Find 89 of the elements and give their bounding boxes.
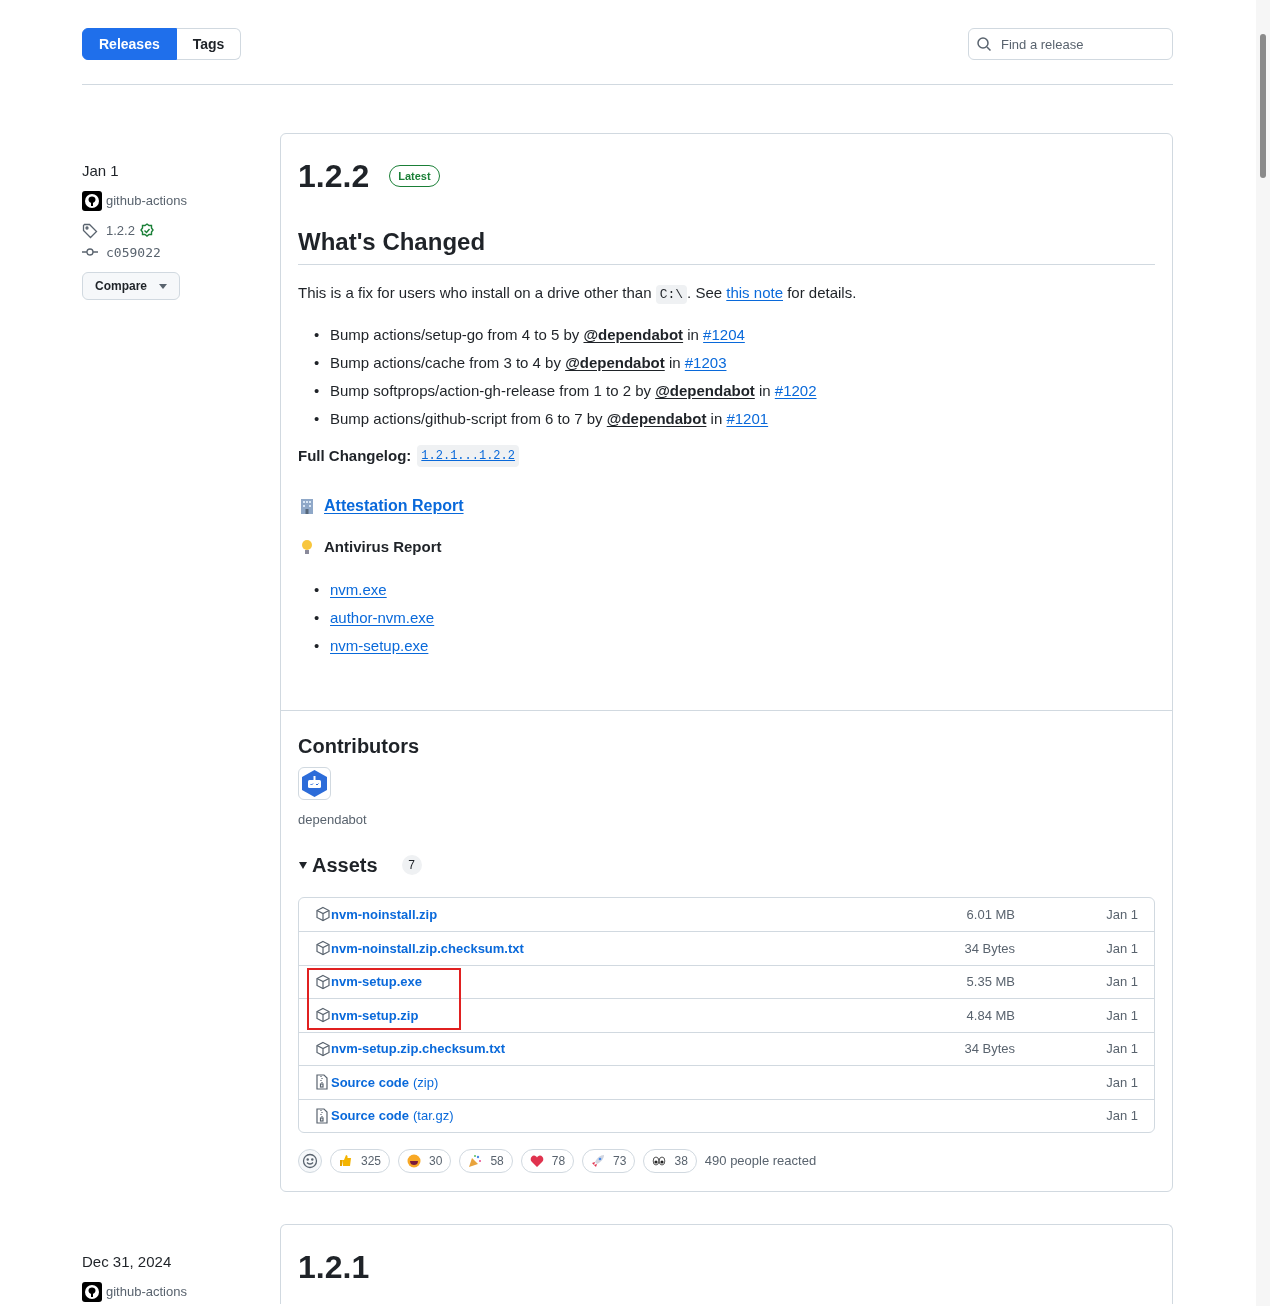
asset-link[interactable]: Source code (zip) <box>315 1072 439 1092</box>
attestation-report-link[interactable]: Attestation Report <box>324 493 464 518</box>
asset-date: Jan 1 <box>1105 939 1138 958</box>
file-size: 6.01 MB <box>965 905 1015 924</box>
robot-icon <box>300 769 329 798</box>
package-icon <box>315 1040 331 1057</box>
party-popper-icon <box>468 1154 483 1168</box>
author-link[interactable]: github-actions <box>106 1282 187 1302</box>
release-date: Dec 31, 2024 <box>82 1252 172 1272</box>
reaction-summary: 490 people reacted <box>704 1152 817 1171</box>
asset-date: Jan 1 <box>1105 973 1138 991</box>
file-link[interactable]: nvm.exe <box>330 576 387 604</box>
user-mention-link[interactable]: @dependabot <box>583 326 684 343</box>
list-bullet: • <box>314 409 321 429</box>
file-size: 5.35 MB <box>965 973 1015 991</box>
contributors-heading: Contributors <box>298 734 421 759</box>
change-item: Bump actions/github-script from 6 to 7 by @dependabot in #1201 <box>330 409 769 429</box>
asset-link[interactable]: nvm-setup.zip.checksum.txt <box>315 1039 506 1059</box>
file-size: 34 Bytes <box>963 939 1015 958</box>
search-field[interactable]: Find a release <box>968 28 1173 60</box>
asset-date: Jan 1 <box>1105 1073 1138 1092</box>
asset-date: Jan 1 <box>1105 1006 1138 1025</box>
asset-link[interactable]: nvm-setup.exe <box>315 972 423 992</box>
heart-icon <box>529 1154 544 1168</box>
smiley-icon <box>302 1153 318 1169</box>
file-link[interactable]: nvm-setup.exe <box>330 632 429 660</box>
changelog-link[interactable]: 1.2.1...1.2.2 <box>417 445 519 468</box>
user-mention-link[interactable]: @dependabot <box>565 354 665 371</box>
antivirus-heading: Antivirus Report <box>324 536 442 557</box>
assets-count: 7 <box>401 854 422 875</box>
github-avatar-icon <box>82 191 102 211</box>
asset-link[interactable]: nvm-setup.zip <box>315 1005 419 1025</box>
file-link[interactable]: author-nvm.exe <box>330 604 435 632</box>
release-title: 1.2.1 <box>298 1248 370 1287</box>
file-size: 4.84 MB <box>965 1006 1015 1025</box>
list-bullet: • <box>314 636 321 656</box>
note-link[interactable]: this note <box>726 284 783 301</box>
zip-file-icon <box>315 1107 329 1124</box>
laughing-face-icon <box>407 1154 422 1168</box>
commit-link[interactable]: c059022 <box>106 242 161 262</box>
release-title: 1.2.2 <box>298 157 370 196</box>
pull-request-link[interactable]: #1204 <box>703 326 745 343</box>
eyes-icon <box>652 1154 667 1168</box>
section-heading: What's Changed <box>298 224 1155 265</box>
asset-date: Jan 1 <box>1105 1040 1138 1058</box>
release-note-text: This is a fix for users who install on a drive other than C:\ . See this note for details. <box>298 283 858 306</box>
asset-date: Jan 1 <box>1105 1107 1138 1125</box>
asset-date: Jan 1 <box>1105 905 1138 924</box>
file-size: 34 Bytes <box>963 1040 1015 1058</box>
asset-link[interactable]: nvm-noinstall.zip.checksum.txt <box>315 938 524 958</box>
package-icon <box>315 940 331 957</box>
list-bullet: • <box>314 325 321 345</box>
tag-link[interactable]: 1.2.2 <box>106 221 135 241</box>
compare-button[interactable]: Compare <box>82 272 180 300</box>
list-bullet: • <box>314 580 321 600</box>
pull-request-link[interactable]: #1202 <box>774 382 817 399</box>
rocket-icon <box>591 1154 606 1168</box>
user-mention-link[interactable]: @dependabot <box>606 410 707 427</box>
package-icon <box>315 973 331 990</box>
list-bullet: • <box>314 381 321 401</box>
assets-heading[interactable]: Assets <box>312 849 378 880</box>
list-bullet: • <box>314 608 321 628</box>
package-icon <box>315 906 331 923</box>
scrollbar-thumb[interactable] <box>1260 34 1266 178</box>
package-icon <box>315 1007 331 1024</box>
caret-icon <box>159 283 167 289</box>
author-link[interactable]: github-actions <box>106 191 187 211</box>
tab[interactable]: Tags <box>176 28 242 60</box>
zip-file-icon <box>315 1074 329 1091</box>
changelog-label: Full Changelog: <box>298 446 412 466</box>
add-reaction-button[interactable] <box>298 1149 322 1173</box>
change-item: Bump actions/cache from 3 to 4 by @dependabot in #1203 <box>330 353 727 373</box>
release-date: Jan 1 <box>82 161 119 181</box>
user-mention-link[interactable]: @dependabot <box>655 382 755 399</box>
tag-icon <box>82 222 98 239</box>
office-building-icon <box>298 496 316 515</box>
asset-link[interactable]: nvm-noinstall.zip <box>315 904 438 924</box>
pull-request-link[interactable]: #1201 <box>726 410 769 427</box>
tab[interactable]: Releases <box>82 28 177 60</box>
pull-request-link[interactable]: #1203 <box>684 354 727 371</box>
github-avatar-icon <box>82 1282 102 1302</box>
thumbs-up-icon <box>339 1154 353 1168</box>
list-bullet: • <box>314 353 321 373</box>
contributor-name: dependabot <box>298 811 368 829</box>
change-item: Bump softprops/action-gh-release from 1 to 2 by @dependabot in #1202 <box>330 381 817 401</box>
asset-link[interactable]: Source code (tar.gz) <box>315 1106 454 1126</box>
change-item: Bump actions/setup-go from 4 to 5 by @dependabot in #1204 <box>330 325 745 345</box>
contributor-avatar[interactable] <box>298 767 331 800</box>
search-icon <box>976 36 992 52</box>
